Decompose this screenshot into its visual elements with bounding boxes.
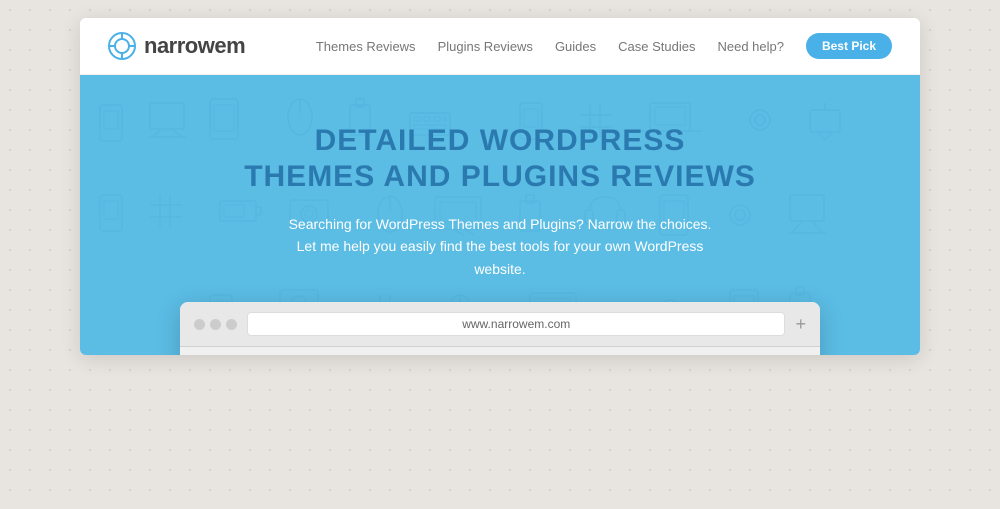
browser-url-bar[interactable]: www.narrowem.com	[247, 312, 785, 336]
hero-content: DETAILED WORDPRESS THEMES AND PLUGINS RE…	[110, 123, 890, 280]
browser-dot-yellow	[210, 319, 221, 330]
browser-new-tab-button[interactable]: +	[795, 314, 806, 335]
nav-link-plugins-reviews[interactable]: Plugins Reviews	[438, 39, 533, 54]
nav-bar: narrowem Themes Reviews Plugins Reviews …	[80, 18, 920, 75]
browser-mockup-wrapper: www.narrowem.com + ✓	[180, 302, 820, 355]
browser-dot-green	[226, 319, 237, 330]
browser-mockup: www.narrowem.com + ✓	[180, 302, 820, 355]
nav-links: Themes Reviews Plugins Reviews Guides Ca…	[316, 33, 892, 59]
browser-toolbar: www.narrowem.com +	[180, 302, 820, 347]
nav-link-themes-reviews[interactable]: Themes Reviews	[316, 39, 416, 54]
logo-icon	[108, 32, 136, 60]
main-card: narrowem Themes Reviews Plugins Reviews …	[80, 18, 920, 355]
nav-link-need-help[interactable]: Need help?	[717, 39, 784, 54]
nav-link-guides[interactable]: Guides	[555, 39, 596, 54]
browser-dots	[194, 319, 237, 330]
hero-section: DETAILED WORDPRESS THEMES AND PLUGINS RE…	[80, 75, 920, 355]
logo-area: narrowem	[108, 32, 245, 60]
hero-title: DETAILED WORDPRESS THEMES AND PLUGINS RE…	[110, 123, 890, 195]
best-pick-button[interactable]: Best Pick	[806, 33, 892, 59]
hero-subtitle: Searching for WordPress Themes and Plugi…	[280, 213, 720, 280]
browser-dot-red	[194, 319, 205, 330]
nav-link-case-studies[interactable]: Case Studies	[618, 39, 695, 54]
logo-text: narrowem	[144, 33, 245, 59]
browser-content: ✓	[180, 347, 820, 355]
